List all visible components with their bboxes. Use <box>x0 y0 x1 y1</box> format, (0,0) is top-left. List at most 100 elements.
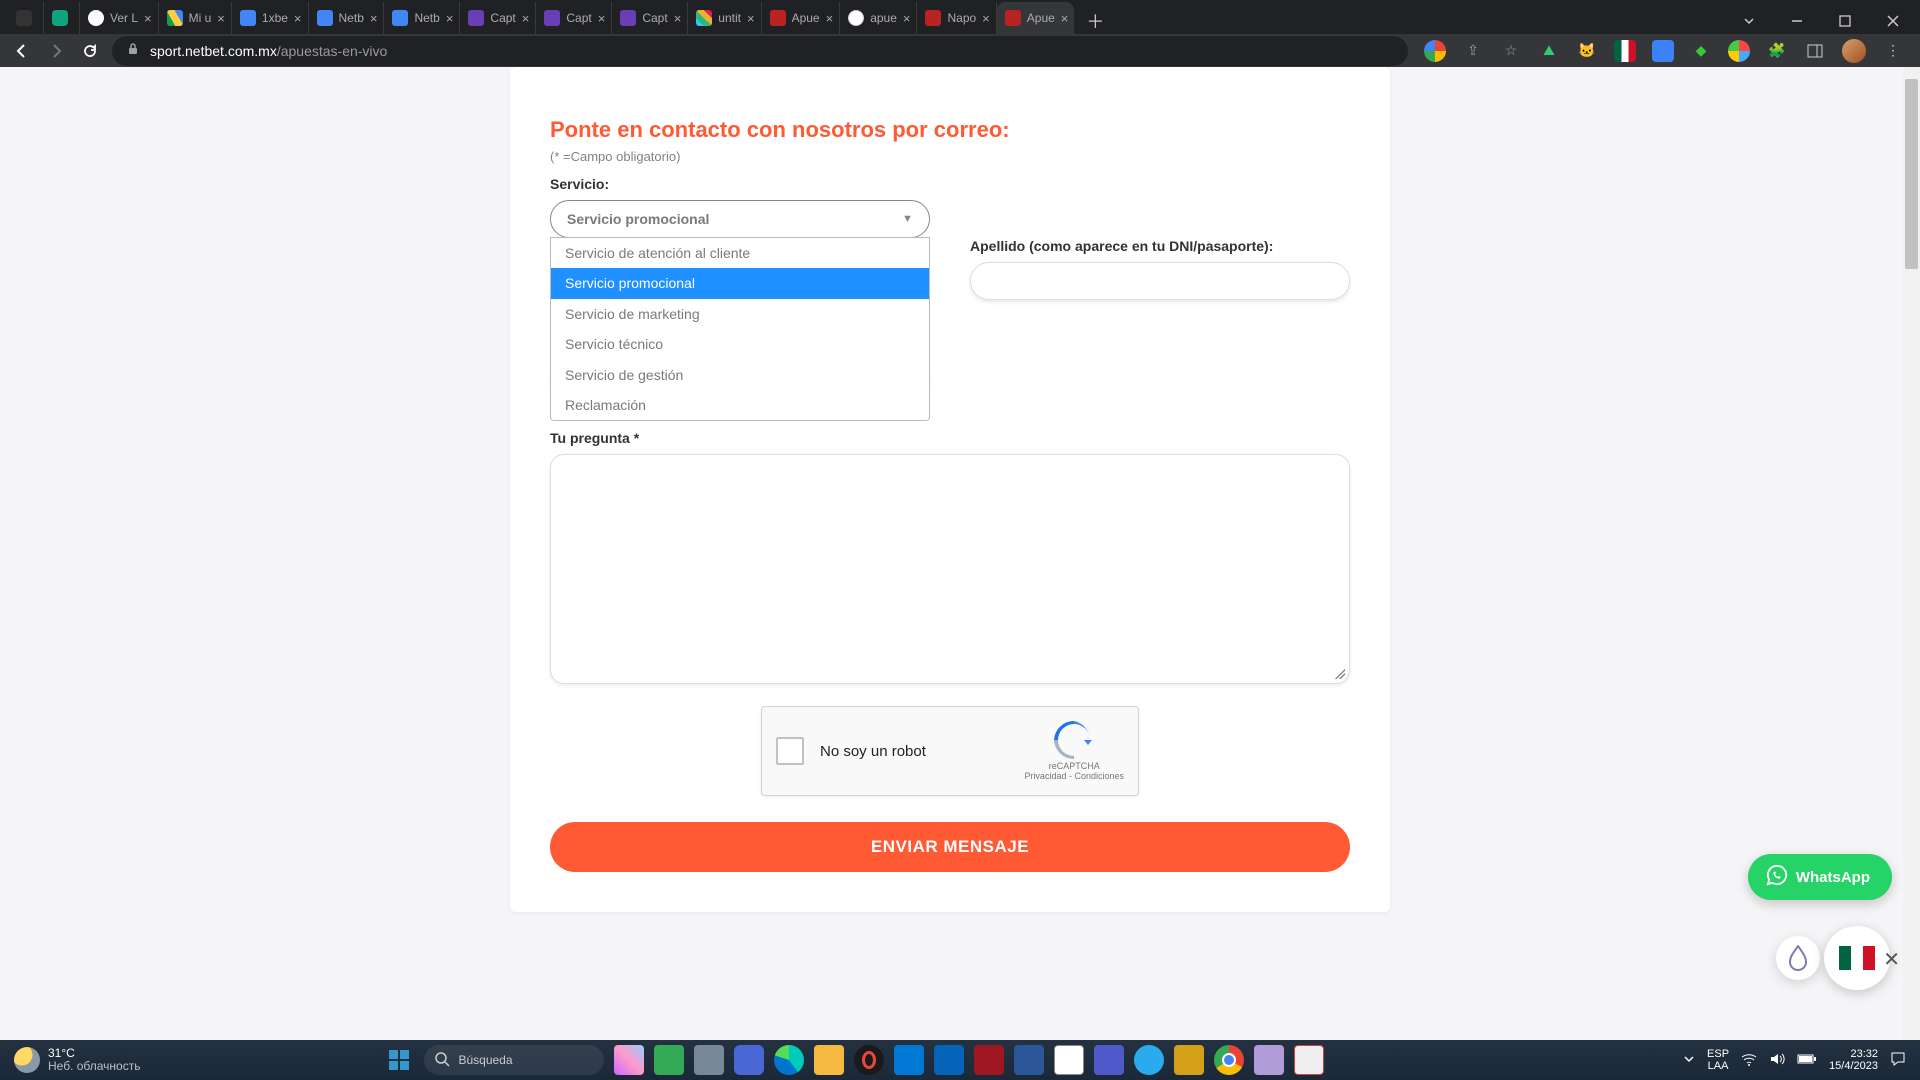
task-view-icon[interactable] <box>694 1045 724 1075</box>
maximize-icon[interactable] <box>1838 14 1852 28</box>
taskbar-search[interactable]: Búsqueda <box>424 1045 604 1075</box>
tab[interactable]: Netb× <box>384 2 460 34</box>
weather-widget[interactable]: 31°C Неб. облачность <box>0 1047 154 1073</box>
tab[interactable]: Netb× <box>309 2 385 34</box>
close-icon[interactable]: × <box>747 12 755 25</box>
battery-icon[interactable] <box>1797 1053 1817 1068</box>
scrollbar-thumb[interactable] <box>1905 79 1918 269</box>
dropdown-option[interactable]: Servicio de gestión <box>551 360 929 390</box>
tab[interactable]: apue× <box>840 2 917 34</box>
close-icon[interactable]: × <box>217 12 225 25</box>
forward-button[interactable] <box>44 39 68 63</box>
word-icon[interactable] <box>1014 1045 1044 1075</box>
opera-icon[interactable] <box>854 1045 884 1075</box>
taskbar-app[interactable] <box>734 1045 764 1075</box>
tab[interactable]: Capt× <box>536 2 612 34</box>
ext-icon[interactable]: ⛰ <box>1538 40 1560 62</box>
tab[interactable]: untit× <box>688 2 761 34</box>
taskbar-app[interactable] <box>1054 1045 1084 1075</box>
taskbar-app[interactable] <box>654 1045 684 1075</box>
question-textarea[interactable] <box>550 454 1350 684</box>
dropdown-option[interactable]: Servicio de atención al cliente <box>551 238 929 268</box>
submit-button[interactable]: ENVIAR MENSAJE <box>550 822 1350 872</box>
close-icon[interactable]: × <box>982 12 990 25</box>
back-button[interactable] <box>10 39 34 63</box>
close-icon[interactable]: × <box>370 12 378 25</box>
tab[interactable] <box>8 2 44 34</box>
mendeley-icon[interactable] <box>974 1045 1004 1075</box>
vertical-scrollbar[interactable] <box>1903 67 1920 1040</box>
lastname-input[interactable] <box>970 262 1350 300</box>
ext-icon[interactable] <box>1652 40 1674 62</box>
page-viewport: Ponte en contacto con nosotros por corre… <box>0 67 1920 1040</box>
taskbar-app[interactable] <box>614 1045 644 1075</box>
recaptcha-checkbox[interactable] <box>776 737 804 765</box>
chrome-icon[interactable] <box>1214 1045 1244 1075</box>
address-bar[interactable]: sport.netbet.com.mx/apuestas-en-vivo <box>112 36 1408 66</box>
close-icon[interactable]: × <box>826 12 834 25</box>
tray-chevron-icon[interactable] <box>1683 1053 1695 1068</box>
clock[interactable]: 23:3215/4/2023 <box>1829 1048 1878 1072</box>
language-indicator[interactable]: ESPLAA <box>1707 1048 1729 1072</box>
close-icon[interactable]: × <box>294 12 302 25</box>
dropdown-option[interactable]: Servicio técnico <box>551 329 929 359</box>
dropdown-option[interactable]: Servicio de marketing <box>551 299 929 329</box>
wifi-icon[interactable] <box>1741 1051 1757 1070</box>
volume-icon[interactable] <box>1769 1051 1785 1070</box>
browser-toolbar: sport.netbet.com.mx/apuestas-en-vivo ⇪ ☆… <box>0 34 1920 67</box>
mail-icon[interactable] <box>1174 1045 1204 1075</box>
tab[interactable]: Napo× <box>917 2 996 34</box>
flag-widget[interactable] <box>1824 926 1890 990</box>
close-icon[interactable]: × <box>1061 12 1069 25</box>
menu-icon[interactable]: ⋮ <box>1882 40 1904 62</box>
edge-icon[interactable] <box>774 1045 804 1075</box>
profile-avatar[interactable] <box>1842 39 1866 63</box>
tab[interactable]: Ver L× <box>80 2 159 34</box>
widget-drop-icon[interactable] <box>1776 936 1820 980</box>
dropdown-option[interactable]: Reclamación <box>551 390 929 420</box>
service-selected-value: Servicio promocional <box>567 211 709 227</box>
tab[interactable]: Capt× <box>460 2 536 34</box>
tab[interactable]: Mi u× <box>159 2 232 34</box>
tab-active[interactable]: Apue× <box>997 2 1075 34</box>
close-window-icon[interactable] <box>1886 14 1900 28</box>
flag-mx-icon[interactable] <box>1614 40 1636 62</box>
share-icon[interactable]: ⇪ <box>1462 40 1484 62</box>
notifications-icon[interactable] <box>1890 1051 1906 1070</box>
service-select[interactable]: Servicio promocional ▼ Servicio de atenc… <box>550 200 930 238</box>
teams-icon[interactable] <box>1094 1045 1124 1075</box>
outlook-icon[interactable] <box>934 1045 964 1075</box>
start-button[interactable] <box>384 1045 414 1075</box>
google-icon[interactable] <box>1424 40 1446 62</box>
dropdown-option-selected[interactable]: Servicio promocional <box>551 268 929 298</box>
close-icon[interactable]: × <box>522 12 530 25</box>
tab[interactable]: Capt× <box>612 2 688 34</box>
ext-icon[interactable]: ◆ <box>1690 40 1712 62</box>
minimize-icon[interactable] <box>1790 14 1804 28</box>
ext-icon[interactable]: 🐱 <box>1576 40 1598 62</box>
ext-icon[interactable] <box>1728 40 1750 62</box>
close-icon[interactable]: × <box>903 12 911 25</box>
url-host: sport.netbet.com.mx/apuestas-en-vivo <box>150 43 387 59</box>
widget-close-icon[interactable]: ✕ <box>1883 947 1900 972</box>
close-icon[interactable]: × <box>598 12 606 25</box>
close-icon[interactable]: × <box>446 12 454 25</box>
notes-icon[interactable] <box>1254 1045 1284 1075</box>
telegram-icon[interactable] <box>1134 1045 1164 1075</box>
tab[interactable]: Apue× <box>762 2 841 34</box>
browser-chrome: Ver L× Mi u× 1xbe× Netb× Netb× Capt× Cap… <box>0 0 1920 67</box>
bookmark-icon[interactable]: ☆ <box>1500 40 1522 62</box>
vscode-icon[interactable] <box>894 1045 924 1075</box>
close-icon[interactable]: × <box>144 12 152 25</box>
tab[interactable] <box>44 2 80 34</box>
calendar-icon[interactable] <box>1294 1045 1324 1075</box>
explorer-icon[interactable] <box>814 1045 844 1075</box>
reload-button[interactable] <box>78 39 102 63</box>
tab[interactable]: 1xbe× <box>232 2 309 34</box>
tabs-dropdown-icon[interactable] <box>1742 14 1756 28</box>
extensions-icon[interactable]: 🧩 <box>1766 40 1788 62</box>
new-tab-button[interactable]: ＋ <box>1074 8 1102 34</box>
close-icon[interactable]: × <box>674 12 682 25</box>
side-panel-icon[interactable] <box>1804 40 1826 62</box>
whatsapp-button[interactable]: WhatsApp <box>1748 854 1892 900</box>
